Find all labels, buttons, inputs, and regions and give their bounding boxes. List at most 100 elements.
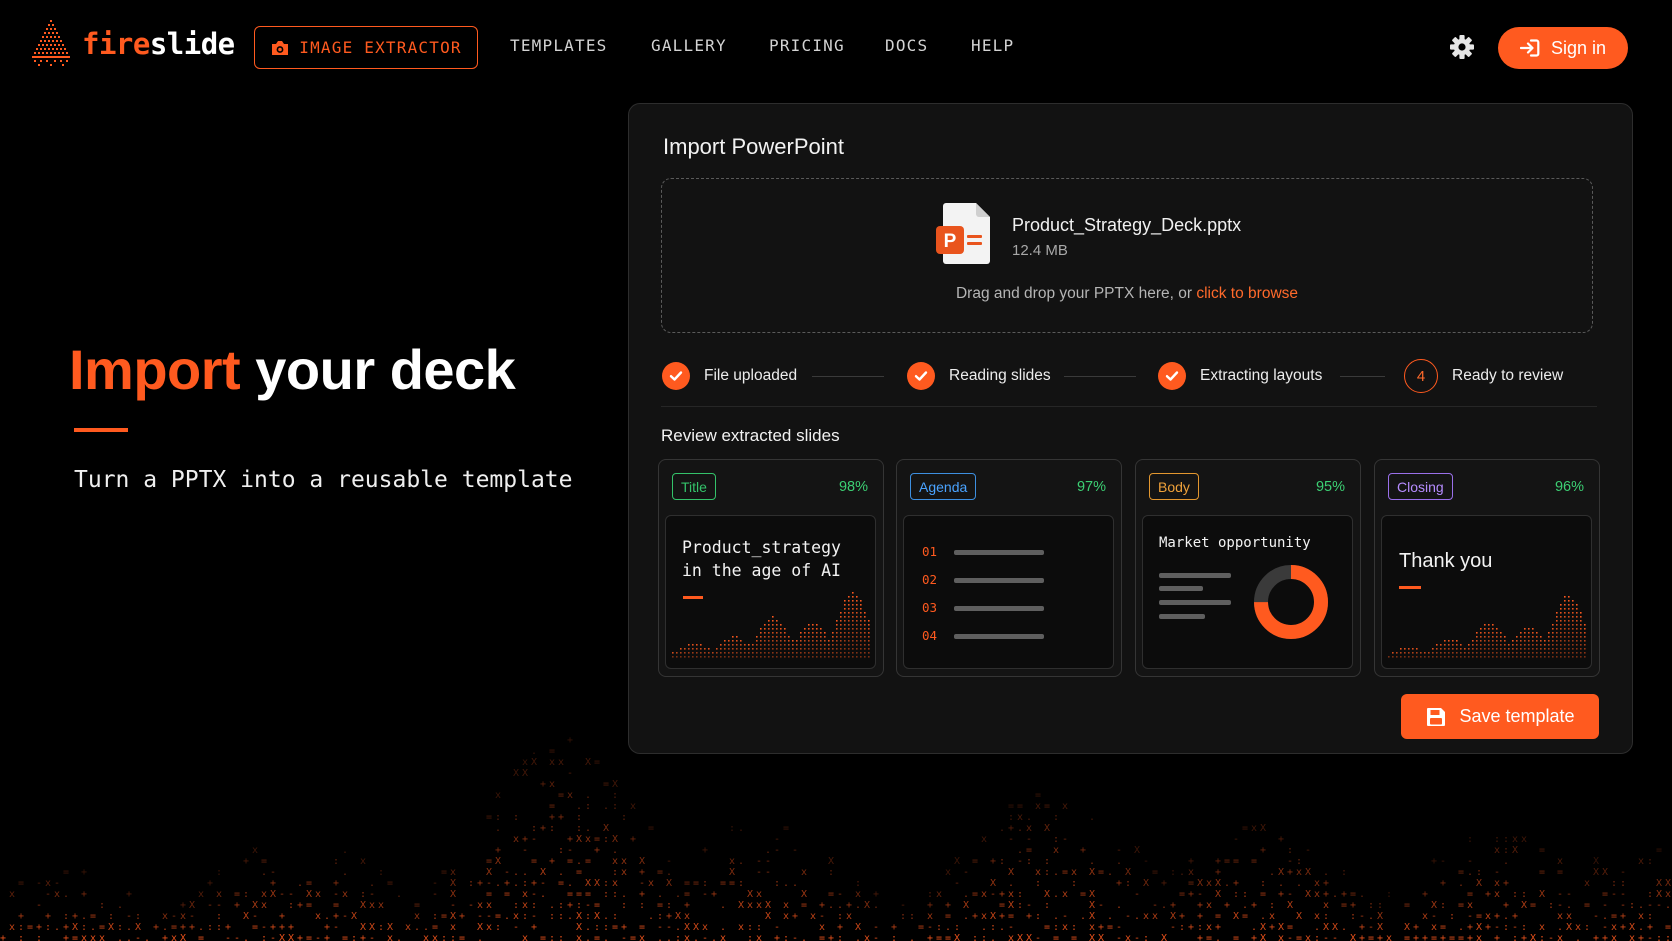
agenda-item-number: 01 xyxy=(922,544,938,559)
svg-text:.: . xyxy=(945,922,951,933)
svg-text:+: + xyxy=(819,900,825,911)
svg-text:+: + xyxy=(792,911,798,922)
svg-text:=: = xyxy=(1341,900,1347,911)
svg-text:=: = xyxy=(1458,867,1464,878)
svg-text::: : xyxy=(1503,845,1509,856)
file-dropzone[interactable]: P Product_Strategy_Deck.pptx 12.4 MB Dra… xyxy=(661,178,1593,333)
svg-text:=: = xyxy=(1611,911,1617,922)
svg-text:X: X xyxy=(1008,867,1014,878)
svg-text:+: + xyxy=(270,922,276,933)
svg-text:x: x xyxy=(1467,900,1473,911)
svg-text:x: x xyxy=(981,911,987,922)
slide-card-agenda[interactable]: Agenda 97% 01 02 03 04 xyxy=(896,459,1122,677)
step-file-uploaded: File uploaded xyxy=(662,356,797,396)
svg-text::: : xyxy=(702,878,708,889)
svg-text:-: - xyxy=(1647,900,1653,911)
svg-text:=: = xyxy=(486,889,492,900)
svg-text:=: = xyxy=(1035,790,1041,801)
svg-text:X: X xyxy=(963,900,969,911)
svg-text:.: . xyxy=(1566,900,1572,911)
svg-text:x: x xyxy=(855,889,861,900)
svg-text:-: - xyxy=(702,933,708,941)
svg-text:=: = xyxy=(972,856,978,867)
svg-text:X: X xyxy=(1476,878,1482,889)
svg-text:-: - xyxy=(225,933,231,941)
svg-text:x: x xyxy=(1557,933,1563,941)
svg-text:x: x xyxy=(414,911,420,922)
svg-text:x: x xyxy=(621,867,627,878)
svg-text:-: - xyxy=(1062,911,1068,922)
svg-text::: : xyxy=(1053,834,1059,845)
svg-text:=: = xyxy=(306,933,312,941)
nav-gallery[interactable]: GALLERY xyxy=(651,36,727,55)
svg-text:.: . xyxy=(1017,845,1023,856)
confidence-score: 98% xyxy=(838,479,868,495)
save-template-button[interactable]: Save template xyxy=(1401,694,1599,739)
svg-text:-: - xyxy=(450,900,456,911)
svg-text:-: - xyxy=(1323,933,1329,941)
dotted-area-chart xyxy=(672,592,870,658)
slide-card-body[interactable]: Body 95% Market opportunity xyxy=(1135,459,1361,677)
svg-text:+: + xyxy=(360,933,366,941)
svg-text:-: - xyxy=(1287,856,1293,867)
slide-card-closing[interactable]: Closing 96% Thank you xyxy=(1374,459,1600,677)
svg-text:x: x xyxy=(981,889,987,900)
svg-text:-: - xyxy=(1116,845,1122,856)
svg-text:X: X xyxy=(1656,889,1662,900)
svg-text:-: - xyxy=(1620,889,1626,900)
svg-text:.: . xyxy=(1323,867,1329,878)
svg-text:X: X xyxy=(1377,922,1383,933)
nav-image-extractor-button[interactable]: IMAGE EXTRACTOR xyxy=(254,26,478,69)
svg-text:=: = xyxy=(576,889,582,900)
svg-text:x: x xyxy=(648,878,654,889)
slide-type-badge: Agenda xyxy=(910,473,977,500)
svg-text:-: - xyxy=(756,867,762,878)
nav-help[interactable]: HELP xyxy=(971,36,1014,55)
svg-text::: : xyxy=(621,812,627,823)
svg-text:X: X xyxy=(1539,889,1545,900)
svg-text:X: X xyxy=(252,900,258,911)
slide-card-title[interactable]: Title 98% Product_strategy in the age of… xyxy=(658,459,884,677)
confidence-score: 96% xyxy=(1554,479,1584,495)
svg-text:-: - xyxy=(1008,922,1014,933)
gear-icon[interactable] xyxy=(1449,34,1475,60)
svg-text:.: . xyxy=(873,900,879,911)
svg-text:-: - xyxy=(1566,889,1572,900)
svg-text:+: + xyxy=(81,867,87,878)
svg-text:x: x xyxy=(819,922,825,933)
svg-text:.: . xyxy=(675,889,681,900)
browse-link[interactable]: click to browse xyxy=(1196,285,1298,302)
agenda-numbers: 01 02 03 04 xyxy=(922,538,937,650)
svg-text:x: x xyxy=(756,900,762,911)
nav-templates[interactable]: TEMPLATES xyxy=(510,36,608,55)
sign-in-button[interactable]: Sign in xyxy=(1498,27,1628,69)
agenda-line-placeholder xyxy=(954,634,1044,639)
fireslide-logo[interactable]: fireslide xyxy=(30,18,235,70)
svg-text:-: - xyxy=(477,911,483,922)
svg-text:=: = xyxy=(1584,900,1590,911)
svg-text:x: x xyxy=(9,889,15,900)
svg-text:-: - xyxy=(837,889,843,900)
svg-text:X: X xyxy=(990,911,996,922)
nav-pricing[interactable]: PRICING xyxy=(769,36,845,55)
svg-text:X: X xyxy=(1143,878,1149,889)
svg-text:-: - xyxy=(234,933,240,941)
svg-text::: : xyxy=(1035,878,1041,889)
svg-text:=: = xyxy=(1530,900,1536,911)
nav-docs[interactable]: DOCS xyxy=(885,36,928,55)
svg-text:-: - xyxy=(531,889,537,900)
svg-text:+: + xyxy=(1287,867,1293,878)
svg-text::: : xyxy=(666,900,672,911)
svg-text:-: - xyxy=(1548,933,1554,941)
svg-text:+: + xyxy=(288,922,294,933)
logo-text-fire: fire xyxy=(82,27,150,61)
svg-text::: : xyxy=(747,922,753,933)
svg-text:-: - xyxy=(1557,900,1563,911)
svg-text:X: X xyxy=(180,933,186,941)
svg-text::: : xyxy=(855,878,861,889)
svg-text:x: x xyxy=(1062,889,1068,900)
svg-text:X: X xyxy=(666,878,672,889)
svg-text:X: X xyxy=(639,856,645,867)
svg-text::: : xyxy=(936,922,942,933)
svg-text:+: + xyxy=(927,933,933,941)
